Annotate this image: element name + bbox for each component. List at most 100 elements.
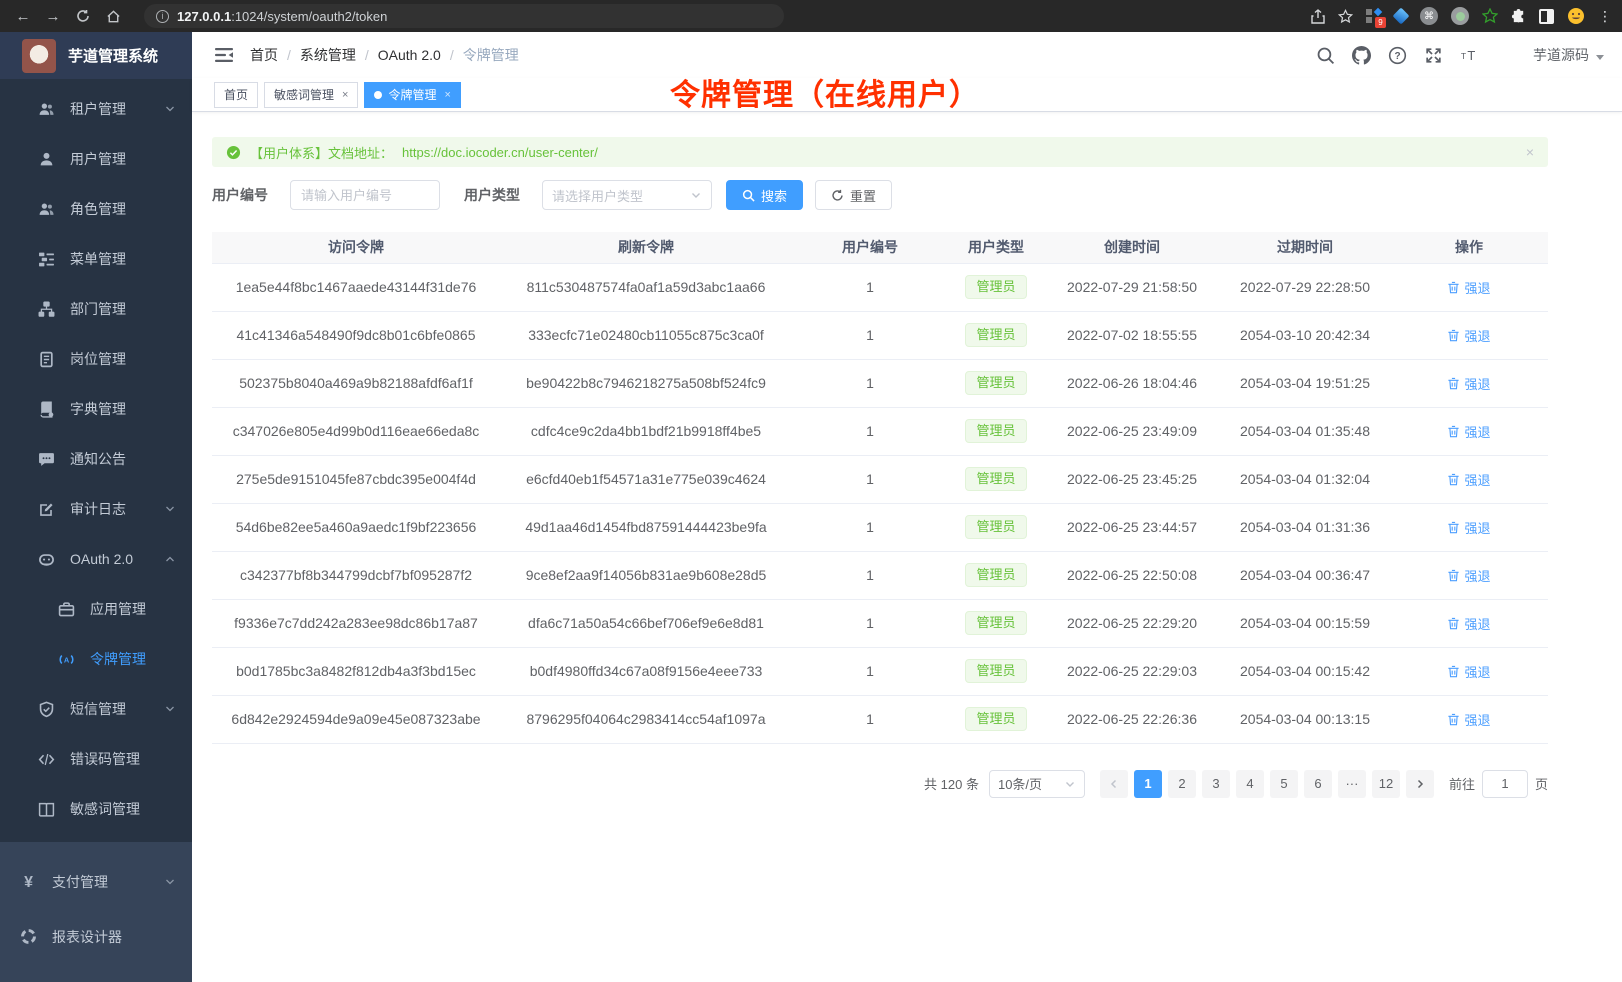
force-logout-button[interactable]: 强退 [1447, 374, 1490, 393]
reset-button[interactable]: 重置 [815, 180, 892, 210]
prev-page-button[interactable] [1100, 770, 1128, 798]
page-button-3[interactable]: 3 [1202, 770, 1230, 798]
force-logout-button[interactable]: 强退 [1447, 326, 1490, 345]
access-token-cell: c342377bf8b344799dcbf7bf095287f2 [212, 551, 500, 599]
sidebar-item-menu[interactable]: 菜单管理 [0, 234, 192, 284]
breadcrumb-separator: / [287, 47, 291, 63]
force-logout-button[interactable]: 强退 [1447, 278, 1490, 297]
address-bar[interactable]: i 127.0.0.1:1024/system/oauth2/token [144, 4, 784, 28]
bookmark-star-icon[interactable] [1338, 9, 1353, 24]
breadcrumb-item[interactable]: 首页 [250, 45, 278, 65]
force-logout-label: 强退 [1464, 326, 1490, 345]
page-button-4[interactable]: 4 [1236, 770, 1264, 798]
page-size-select[interactable]: 10条/页 [989, 770, 1085, 798]
extension-blocks-icon[interactable]: 9 [1366, 8, 1382, 24]
extension-gem-icon[interactable] [1393, 8, 1410, 25]
close-icon[interactable]: × [444, 89, 450, 101]
sidebar-item-dict[interactable]: 字典管理 [0, 384, 192, 434]
force-logout-button[interactable]: 强退 [1447, 614, 1490, 633]
user-dropdown[interactable]: 芋道源码 [1496, 40, 1604, 70]
sidebar-item-oauth2-token[interactable]: A令牌管理 [0, 634, 192, 684]
chevron-down-icon [164, 703, 176, 715]
tree-icon [38, 251, 55, 268]
search-icon[interactable] [1316, 46, 1335, 65]
tab-sensitive-word[interactable]: 敏感词管理× [264, 82, 358, 108]
github-icon[interactable] [1352, 46, 1371, 65]
font-size-icon[interactable]: TT [1460, 46, 1479, 65]
user-type-cell: 管理员 [948, 311, 1044, 359]
sidebar-item-audit-log[interactable]: 审计日志 [0, 484, 192, 534]
access-token-cell: 1ea5e44f8bc1467aaede43144f31de76 [212, 263, 500, 311]
access-token-cell: f9336e7c7dd242a283ee98dc86b17a87 [212, 599, 500, 647]
sidebar-item-label: 岗位管理 [70, 349, 126, 369]
sidebar-item-role[interactable]: 角色管理 [0, 184, 192, 234]
search-button[interactable]: 搜索 [726, 180, 803, 210]
help-icon[interactable]: ? [1388, 46, 1407, 65]
force-logout-button[interactable]: 强退 [1447, 710, 1490, 729]
next-page-button[interactable] [1406, 770, 1434, 798]
browser-home-button[interactable] [100, 3, 126, 29]
table-row: 54d6be82ee5a460a9aedc1f9bf22365649d1aa46… [212, 503, 1548, 551]
hamburger-icon[interactable] [214, 46, 234, 64]
user-type-select[interactable]: 请选择用户类型 [542, 180, 712, 210]
doc-link[interactable]: https://doc.iocoder.cn/user-center/ [402, 145, 598, 160]
user-type-placeholder: 请选择用户类型 [552, 186, 690, 205]
tab-home[interactable]: 首页 [214, 82, 258, 108]
extension-cmd-icon[interactable]: ⌘ [1420, 7, 1438, 25]
force-logout-button[interactable]: 强退 [1447, 470, 1490, 489]
force-logout-button[interactable]: 强退 [1447, 566, 1490, 585]
browser-menu-icon[interactable]: ⋮ [1598, 9, 1612, 23]
tab-token[interactable]: 令牌管理× [364, 82, 460, 108]
sidebar-item-dept[interactable]: 部门管理 [0, 284, 192, 334]
access-token-cell: 6d842e2924594de9a09e45e087323abe [212, 695, 500, 743]
dict-icon [38, 401, 55, 418]
page-button-1[interactable]: 1 [1134, 770, 1162, 798]
sidebar-item-report-designer[interactable]: 报表设计器 [0, 909, 192, 964]
action-cell: 强退 [1390, 551, 1548, 599]
breadcrumb-item[interactable]: OAuth 2.0 [378, 47, 441, 63]
sidebar-item-error-code[interactable]: 错误码管理 [0, 734, 192, 784]
page-button-2[interactable]: 2 [1168, 770, 1196, 798]
sidebar-item-oauth2[interactable]: OAuth 2.0 [0, 534, 192, 584]
app-logo[interactable]: 芋道管理系统 [0, 32, 192, 79]
force-logout-button[interactable]: 强退 [1447, 422, 1490, 441]
sidebar-item-oauth2-application[interactable]: 应用管理 [0, 584, 192, 634]
page-button-5[interactable]: 5 [1270, 770, 1298, 798]
goto-page-input[interactable] [1482, 770, 1528, 798]
page-button-6[interactable]: 6 [1304, 770, 1332, 798]
breadcrumb-item[interactable]: 令牌管理 [463, 45, 519, 65]
sidebar-item-sensitive-word[interactable]: 敏感词管理 [0, 784, 192, 834]
force-logout-button[interactable]: 强退 [1447, 662, 1490, 681]
sidebar-item-label: 支付管理 [52, 872, 108, 892]
extension-star-icon[interactable] [1482, 8, 1498, 24]
sidebar-item-user[interactable]: 用户管理 [0, 134, 192, 184]
sidebar-item-label: 租户管理 [70, 99, 126, 119]
fullscreen-icon[interactable] [1424, 46, 1443, 65]
sidebar-item-sms[interactable]: 短信管理 [0, 684, 192, 734]
page-ellipsis[interactable]: ··· [1338, 770, 1366, 798]
close-icon[interactable]: × [342, 89, 348, 101]
share-icon[interactable] [1311, 9, 1325, 24]
browser-reload-button[interactable] [70, 3, 96, 29]
force-logout-button[interactable]: 强退 [1447, 518, 1490, 537]
expire-time-cell: 2054-03-10 20:42:34 [1220, 311, 1390, 359]
profile-emoji-icon[interactable] [1567, 7, 1585, 25]
extension-sidebar-icon[interactable] [1539, 9, 1554, 24]
sidebar-item-notice[interactable]: 通知公告 [0, 434, 192, 484]
breadcrumb-item[interactable]: 系统管理 [300, 45, 356, 65]
site-info-icon[interactable]: i [156, 10, 169, 23]
sidebar-item-post[interactable]: 岗位管理 [0, 334, 192, 384]
browser-back-button[interactable]: ← [10, 3, 36, 29]
close-icon[interactable]: × [1526, 144, 1534, 160]
extension-badge: 9 [1375, 17, 1386, 28]
extension-puzzle-icon[interactable] [1511, 9, 1526, 24]
browser-forward-button[interactable]: → [40, 3, 66, 29]
sidebar-item-pay[interactable]: ¥支付管理 [0, 854, 192, 909]
page-button-12[interactable]: 12 [1372, 770, 1400, 798]
sidebar-item-label: 部门管理 [70, 299, 126, 319]
sidebar-item-tenant[interactable]: 租户管理 [0, 84, 192, 134]
shield-icon [38, 701, 55, 718]
user-id-input[interactable] [290, 180, 440, 210]
chevron-up-icon [164, 553, 176, 565]
extension-dot-icon[interactable] [1451, 7, 1469, 25]
